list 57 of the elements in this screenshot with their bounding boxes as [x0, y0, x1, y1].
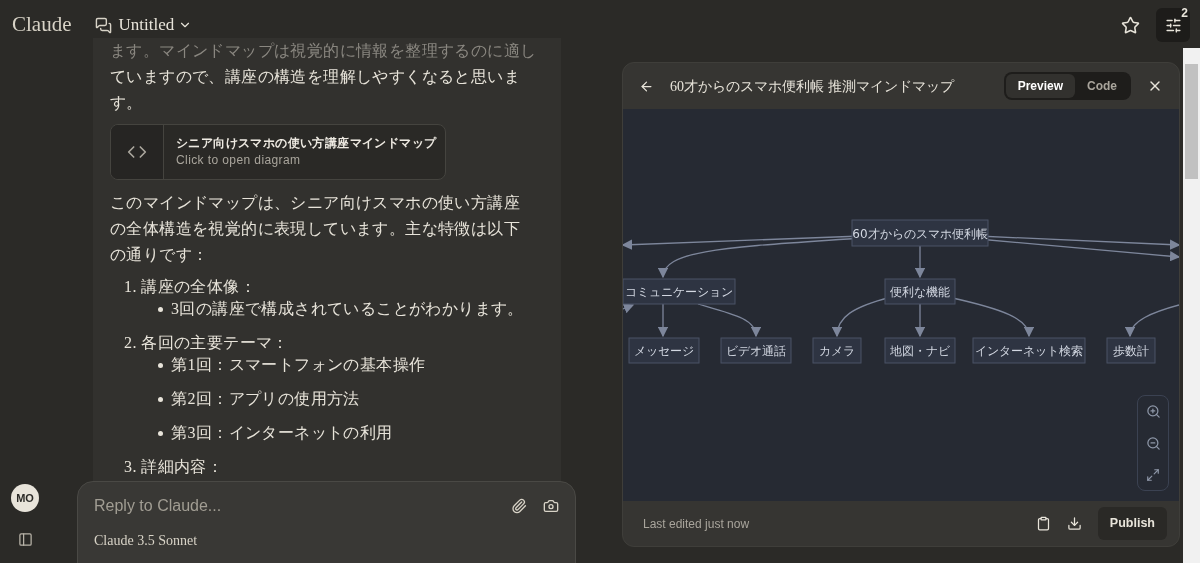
- connector-arrow: [623, 303, 635, 314]
- paragraph: ていますので、講座の構造を理解しやすくなると思います。: [110, 67, 521, 113]
- diagram-node: 60才からのスマホ便利帳: [851, 219, 989, 247]
- card-subtitle: Click to open diagram: [176, 152, 302, 169]
- sidebar-toggle-icon[interactable]: [17, 532, 33, 547]
- bullet-icon: [158, 396, 163, 402]
- diagram-node: ビデオ通話: [720, 337, 792, 364]
- artifact-title: 60才からのスマホ便利帳 推測マインドマップ: [670, 77, 955, 96]
- download-icon[interactable]: [1066, 516, 1082, 531]
- connector-arrow: [657, 303, 669, 338]
- list-item-text: 第3回：インターネットの利用: [171, 423, 393, 443]
- notification-count: 2: [1181, 5, 1188, 22]
- card-title: シニア向けスマホの使い方講座マインドマップ: [176, 135, 437, 152]
- list-item-text: 第2回：アプリの使用方法: [171, 389, 360, 409]
- expand-icon[interactable]: [1146, 467, 1160, 482]
- diagram-node: メッセージ: [628, 337, 700, 364]
- list-item-text: 3回の講座で構成されていることがわかります。: [171, 299, 524, 319]
- list-heading: 3. 詳細内容：: [124, 458, 224, 475]
- bullet-icon: [158, 430, 163, 436]
- diagram-node: コミュニケーション: [623, 278, 736, 305]
- clipboard-icon[interactable]: [1035, 516, 1051, 531]
- diagram-node: 歩数計: [1106, 337, 1156, 364]
- last-edited-text: Last edited just now: [643, 515, 751, 533]
- diagram-node: カメラ: [812, 337, 862, 364]
- publish-button[interactable]: Publish: [1097, 507, 1167, 540]
- sliders-icon: [1164, 16, 1182, 34]
- chat-icon: [95, 16, 113, 34]
- list-item-text: 第1回：スマートフォンの基本操作: [171, 355, 426, 375]
- back-icon[interactable]: [639, 78, 654, 94]
- faded-paragraph-line: ます。マインドマップは視覚的に情報を整理するのに適し: [110, 41, 538, 61]
- list-heading: 2. 各回の主要テーマ：: [124, 334, 289, 351]
- star-icon[interactable]: [1121, 15, 1140, 35]
- list-heading: 1. 講座の全体像：: [124, 278, 257, 295]
- logo[interactable]: Claude: [12, 9, 72, 41]
- zoom-in-icon[interactable]: [1145, 404, 1161, 420]
- diagram-node: インターネット検索: [972, 337, 1086, 364]
- paperclip-icon[interactable]: [511, 498, 527, 514]
- bullet-icon: [158, 362, 163, 368]
- connector-arrow: [914, 303, 926, 338]
- view-tab[interactable]: Code: [1075, 74, 1129, 98]
- settings-button[interactable]: 2: [1156, 8, 1190, 42]
- artifact-card[interactable]: シニア向けスマホの使い方講座マインドマップ Click to open diagram: [110, 124, 446, 180]
- user-avatar[interactable]: MO: [11, 484, 39, 512]
- view-tab[interactable]: Preview: [1005, 74, 1075, 98]
- bullet-icon: [158, 306, 163, 312]
- reply-composer[interactable]: Reply to Claude... Claude 3.5 Sonnet: [77, 481, 576, 563]
- model-selector[interactable]: Claude 3.5 Sonnet: [94, 530, 198, 551]
- zoom-out-icon[interactable]: [1145, 436, 1161, 451]
- reply-input[interactable]: Reply to Claude...: [94, 494, 511, 518]
- camera-icon[interactable]: [543, 498, 559, 514]
- paragraph: このマインドマップは、シニア向けスマホの使い方講座の全体構造を視覚的に表現しています。主な特徴は以下の通りです：: [110, 193, 521, 265]
- diagram-node: 便利な機能: [884, 278, 956, 305]
- chat-title-button[interactable]: Untitled: [118, 12, 193, 38]
- connector-arrow: [914, 245, 926, 279]
- scrollbar[interactable]: [1183, 48, 1200, 563]
- connector-arrow: [1126, 304, 1179, 338]
- diagram-node: 地図・ナビ: [884, 337, 956, 364]
